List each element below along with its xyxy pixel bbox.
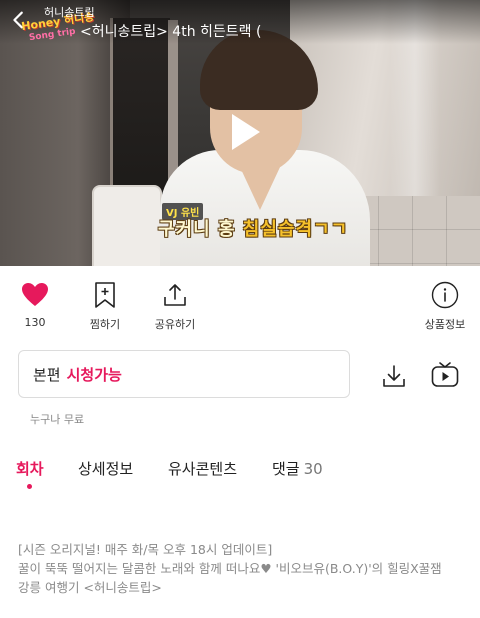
content-tabs: 회차 상세정보 유사콘텐츠 댓글 30 bbox=[0, 458, 480, 498]
bookmark-plus-icon bbox=[95, 282, 115, 308]
availability-status: 시청가능 bbox=[66, 365, 122, 384]
download-button[interactable] bbox=[380, 362, 408, 390]
action-row: 130 찜하기 공유하기 상품정보 bbox=[0, 280, 480, 340]
availability-label: 본편 bbox=[33, 365, 61, 384]
play-icon bbox=[232, 114, 260, 150]
video-player[interactable]: VJ 유빈 구커니 홍 침실습격ㄱㄱ Honey 허니송 Song trip 허… bbox=[0, 0, 480, 266]
video-caption: 구커니 홍 침실습격ㄱㄱ bbox=[158, 215, 348, 241]
bookmark-label: 찜하기 bbox=[89, 318, 121, 331]
tv-play-icon bbox=[431, 362, 459, 387]
heart-icon bbox=[22, 283, 48, 306]
description-line: 강릉 여행기 <허니송트립> bbox=[18, 580, 162, 595]
play-button[interactable] bbox=[222, 110, 266, 154]
episode-description: [시즌 오리지널! 매주 화/목 오후 18시 업데이트] 꿀이 뚝뚝 떨어지는… bbox=[18, 540, 468, 597]
tab-episodes[interactable]: 회차 bbox=[16, 458, 44, 479]
free-note: 누구나 무료 bbox=[30, 413, 85, 426]
product-info-button[interactable]: 상품정보 bbox=[410, 280, 480, 332]
comment-count: 30 bbox=[303, 460, 323, 478]
tab-comments-label: 댓글 bbox=[272, 460, 300, 478]
video-caption-prefix: 구커니 홍 bbox=[158, 219, 243, 240]
episode-title: <허니송트립> 4th 히든트랙 ( bbox=[80, 24, 262, 40]
share-label: 공유하기 bbox=[154, 318, 196, 331]
availability-box[interactable]: 본편 시청가능 bbox=[18, 350, 350, 398]
tv-play-button[interactable] bbox=[430, 360, 460, 390]
tab-comments[interactable]: 댓글 30 bbox=[272, 458, 323, 479]
like-count: 130 bbox=[24, 316, 46, 329]
description-line: [시즌 오리지널! 매주 화/목 오후 18시 업데이트] bbox=[18, 542, 273, 557]
tab-similar[interactable]: 유사콘텐츠 bbox=[168, 458, 237, 479]
bookmark-button[interactable]: 찜하기 bbox=[70, 280, 140, 332]
tab-details[interactable]: 상세정보 bbox=[78, 458, 133, 479]
share-button[interactable]: 공유하기 bbox=[140, 280, 210, 332]
series-name: 허니송트립 bbox=[44, 6, 95, 19]
scene-chair bbox=[92, 185, 162, 266]
like-button[interactable]: 130 bbox=[0, 280, 70, 329]
download-icon bbox=[383, 365, 405, 387]
description-line: 꿀이 뚝뚝 떨어지는 달콤한 노래와 함께 떠나요♥ '비오브유(B.O.Y)'… bbox=[18, 561, 442, 576]
video-caption-highlight: 침실습격ㄱㄱ bbox=[242, 219, 349, 240]
scene-door bbox=[110, 18, 170, 208]
share-icon bbox=[164, 284, 186, 306]
active-tab-indicator bbox=[27, 484, 32, 489]
product-info-label: 상품정보 bbox=[424, 318, 466, 331]
info-icon bbox=[431, 281, 459, 309]
